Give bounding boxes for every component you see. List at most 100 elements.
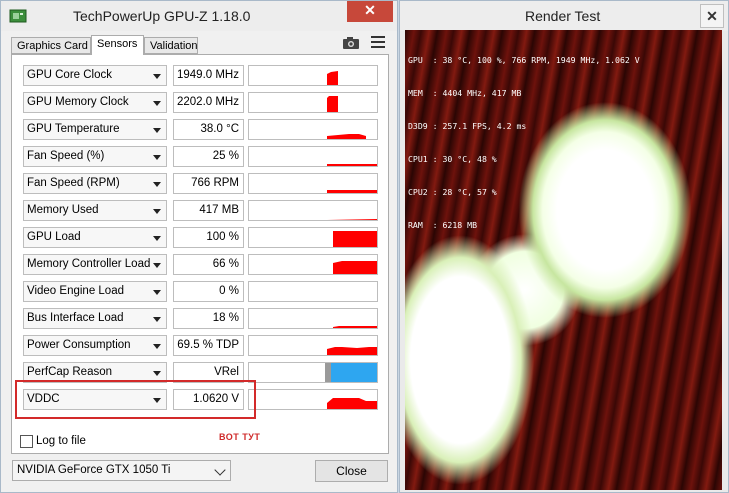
sensor-name: Power Consumption xyxy=(27,339,131,351)
log-to-file-label: Log to file xyxy=(36,435,86,447)
chevron-down-icon xyxy=(153,317,161,322)
chevron-down-icon xyxy=(153,290,161,295)
chevron-down-icon xyxy=(153,236,161,241)
chevron-down-icon xyxy=(153,182,161,187)
sensor-graph xyxy=(248,173,378,194)
chevron-down-icon xyxy=(153,155,161,160)
render-test-title: Render Test xyxy=(525,8,601,24)
sensor-graph xyxy=(248,254,378,275)
sensor-graph-plot xyxy=(327,134,366,139)
gpuz-window: TechPowerUp GPU-Z 1.18.0 ✕ Graphics Card… xyxy=(0,0,398,493)
sensor-value: 100 % xyxy=(173,227,244,248)
sensor-graph-fill xyxy=(327,398,377,409)
sensor-name-dropdown[interactable]: Memory Used xyxy=(23,200,167,221)
sensor-value: 69.5 % TDP xyxy=(173,335,244,356)
sensor-value: 766 RPM xyxy=(173,173,244,194)
sensor-graph xyxy=(248,335,378,356)
osd-line-d3d9: D3D9 : 257.1 FPS, 4.2 ms xyxy=(408,121,527,131)
sensor-value: 417 MB xyxy=(173,200,244,221)
osd-line-gpu: GPU : 38 °C, 100 %, 766 RPM, 1949 MHz, 1… xyxy=(408,55,640,65)
sensor-graph xyxy=(248,200,378,221)
chevron-down-icon xyxy=(153,101,161,106)
sensor-graph-fill xyxy=(327,219,377,220)
render-test-titlebar[interactable]: Render Test ✕ xyxy=(400,1,728,31)
chevron-down-icon xyxy=(153,74,161,79)
perfcap-blue-segment xyxy=(331,363,377,382)
gpuz-close-window-button[interactable]: ✕ xyxy=(347,1,393,22)
sensor-name: Fan Speed (%) xyxy=(27,150,105,162)
sensor-graph xyxy=(248,92,378,113)
sensor-graph-fill xyxy=(327,71,338,85)
chevron-down-icon xyxy=(153,344,161,349)
sensor-name: PerfCap Reason xyxy=(27,366,113,378)
sensor-name: GPU Temperature xyxy=(27,123,120,135)
sensor-name: GPU Core Clock xyxy=(27,69,112,81)
sensor-name-dropdown[interactable]: GPU Memory Clock xyxy=(23,92,167,113)
sensor-name-dropdown[interactable]: Fan Speed (%) xyxy=(23,146,167,167)
osd-line-cpu1: CPU1 : 30 °C, 48 % xyxy=(408,154,497,164)
camera-icon[interactable] xyxy=(342,37,360,49)
sensor-name: Memory Controller Load xyxy=(27,258,151,270)
gpu-select-value: NVIDIA GeForce GTX 1050 Ti xyxy=(17,464,171,476)
render-canvas: GPU : 38 °C, 100 %, 766 RPM, 1949 MHz, 1… xyxy=(405,30,722,490)
sensor-name: Bus Interface Load xyxy=(27,312,124,324)
sensor-name-dropdown[interactable]: GPU Temperature xyxy=(23,119,167,140)
sensor-name: GPU Memory Clock xyxy=(27,96,129,108)
perfcap-gray-segment xyxy=(325,363,331,382)
sensor-graph-plot xyxy=(327,164,377,166)
annotation-note: ВОТ ТУТ xyxy=(219,432,261,442)
sensor-graph-fill xyxy=(333,231,377,247)
sensor-value: 25 % xyxy=(173,146,244,167)
sensor-name-dropdown[interactable]: Video Engine Load xyxy=(23,281,167,302)
sensor-graph-fill xyxy=(327,134,366,139)
chevron-down-icon xyxy=(153,209,161,214)
sensor-name-dropdown[interactable]: Fan Speed (RPM) xyxy=(23,173,167,194)
sensor-value: 2202.0 MHz xyxy=(173,92,244,113)
tab-sensors[interactable]: Sensors xyxy=(91,35,144,55)
sensor-name-dropdown[interactable]: GPU Load xyxy=(23,227,167,248)
sensor-name: Video Engine Load xyxy=(27,285,124,297)
gpu-select-dropdown[interactable]: NVIDIA GeForce GTX 1050 Ti xyxy=(12,460,231,481)
sensor-graph-plot xyxy=(327,347,377,355)
sensor-value: 1949.0 MHz xyxy=(173,65,244,86)
sensor-graph xyxy=(248,119,378,140)
sensor-name-dropdown[interactable]: GPU Core Clock xyxy=(23,65,167,86)
gpuz-app-icon xyxy=(9,9,27,23)
tab-validation[interactable]: Validation xyxy=(144,37,198,54)
osd-overlay: GPU : 38 °C, 100 %, 766 RPM, 1949 MHz, 1… xyxy=(408,33,640,253)
sensor-graph xyxy=(248,308,378,329)
chevron-down-icon xyxy=(153,371,161,376)
sensor-value: 38.0 °C xyxy=(173,119,244,140)
sensor-graph-plot xyxy=(327,71,338,85)
sensor-graph-plot xyxy=(325,363,377,382)
close-icon: ✕ xyxy=(706,8,718,24)
sensor-graph-plot xyxy=(327,398,377,409)
sensor-name: GPU Load xyxy=(27,231,81,243)
sensor-graph-plot xyxy=(249,282,377,301)
log-to-file-checkbox[interactable] xyxy=(20,435,33,448)
sensor-graph-fill xyxy=(327,190,377,193)
sensor-graph xyxy=(248,281,378,302)
chevron-down-icon xyxy=(153,263,161,268)
sensor-name-dropdown[interactable]: Memory Controller Load xyxy=(23,254,167,275)
close-button[interactable]: Close xyxy=(315,460,388,482)
sensor-graph xyxy=(248,362,378,383)
sensor-name-dropdown[interactable]: Power Consumption xyxy=(23,335,167,356)
osd-line-mem: MEM : 4404 MHz, 417 MB xyxy=(408,88,522,98)
sensor-graph-fill xyxy=(327,96,338,112)
tab-graphics-card[interactable]: Graphics Card xyxy=(11,37,91,54)
sensor-name: Fan Speed (RPM) xyxy=(27,177,120,189)
hamburger-menu-icon[interactable] xyxy=(371,36,385,50)
sensor-graph-plot xyxy=(333,326,377,328)
close-icon: ✕ xyxy=(364,2,376,18)
sensor-graph-plot xyxy=(327,219,377,220)
osd-line-cpu2: CPU2 : 28 °C, 57 % xyxy=(408,187,497,197)
gpuz-titlebar[interactable]: TechPowerUp GPU-Z 1.18.0 ✕ xyxy=(1,1,397,31)
sensor-graph-fill xyxy=(327,164,377,166)
sensor-graph-plot xyxy=(327,96,338,112)
sensor-value: 66 % xyxy=(173,254,244,275)
render-test-close-button[interactable]: ✕ xyxy=(700,4,724,28)
osd-line-ram: RAM : 6218 MB xyxy=(408,220,478,230)
sensor-name-dropdown[interactable]: Bus Interface Load xyxy=(23,308,167,329)
sensor-graph-plot xyxy=(327,190,377,193)
